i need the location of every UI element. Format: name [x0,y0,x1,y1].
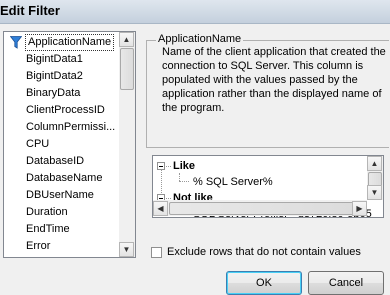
column-item-label: Error [26,240,51,252]
column-item[interactable]: DBUserName [4,187,118,204]
scroll-up-button[interactable]: ▲ [119,32,134,47]
tree-connector [179,173,180,181]
scroll-thumb[interactable] [120,48,134,90]
scroll-down-button[interactable]: ▼ [367,185,382,200]
column-item-label: BinaryData [26,87,81,99]
column-item[interactable]: BigintData2 [4,68,118,85]
cancel-button[interactable]: Cancel [308,271,384,295]
column-item-label: DatabaseName [26,172,103,184]
column-item[interactable]: ClientProcessID [4,102,118,119]
column-item[interactable]: Duration [4,204,118,221]
window-title: Edit Filter [0,3,60,18]
column-item-label: ColumnPermissi... [26,121,116,133]
collapse-like-icon[interactable] [157,162,165,170]
description-title: ApplicationName [156,33,244,45]
column-item[interactable]: ApplicationName [4,34,118,51]
filter-tree-vertical-scrollbar[interactable]: ▲ ▼ [367,156,383,200]
column-item-label: DatabaseID [26,155,85,167]
column-item[interactable]: DatabaseID [4,153,118,170]
tree-connector [161,170,162,195]
column-item[interactable]: Error [4,238,118,255]
column-item-label: CPU [26,138,50,150]
column-item-label: ApplicationName [25,34,115,51]
funnel-icon [10,36,22,49]
filter-tree-horizontal-scrollbar[interactable]: ◀ ▶ [153,200,367,216]
tree-connector [166,166,171,167]
column-item-label: Duration [26,206,68,218]
column-list-vertical-scrollbar[interactable]: ▲ ▼ [119,32,135,257]
column-item[interactable]: BigintData1 [4,51,118,68]
scroll-down-button[interactable]: ▼ [119,242,134,257]
column-item-label: EndTime [26,223,70,235]
tree-node-like[interactable]: Like [173,159,195,173]
column-item[interactable]: BinaryData [4,85,118,102]
exclude-rows-label: Exclude rows that do not contain values [167,246,361,258]
column-item[interactable]: EndTime [4,221,118,238]
column-item-label: BigintData1 [26,53,83,65]
column-item[interactable]: DatabaseName [4,170,118,187]
exclude-rows-checkbox[interactable] [151,247,162,258]
tree-value-like[interactable]: % SQL Server% [193,175,273,189]
ok-button[interactable]: OK [226,271,302,295]
tree-connector [179,181,189,182]
scroll-left-button[interactable]: ◀ [153,201,168,216]
column-item-label: ClientProcessID [26,104,105,116]
scroll-up-button[interactable]: ▲ [367,156,382,171]
column-item[interactable]: ColumnPermissi... [4,119,118,136]
column-item[interactable]: CPU [4,136,118,153]
scroll-thumb[interactable] [169,202,355,215]
title-bar: Edit Filter [0,0,390,24]
column-list[interactable]: ApplicationName BigintData1 BigintData2 Bin… [3,31,136,258]
description-text: Name of the client application that crea… [162,46,386,114]
filter-tree[interactable]: Like % SQL Server% Not like SQL Server P… [152,155,384,218]
tree-connector [166,198,171,199]
column-item-label: DBUserName [26,189,94,201]
scroll-right-button[interactable]: ▶ [352,201,367,216]
column-item-label: BigintData2 [26,70,83,82]
